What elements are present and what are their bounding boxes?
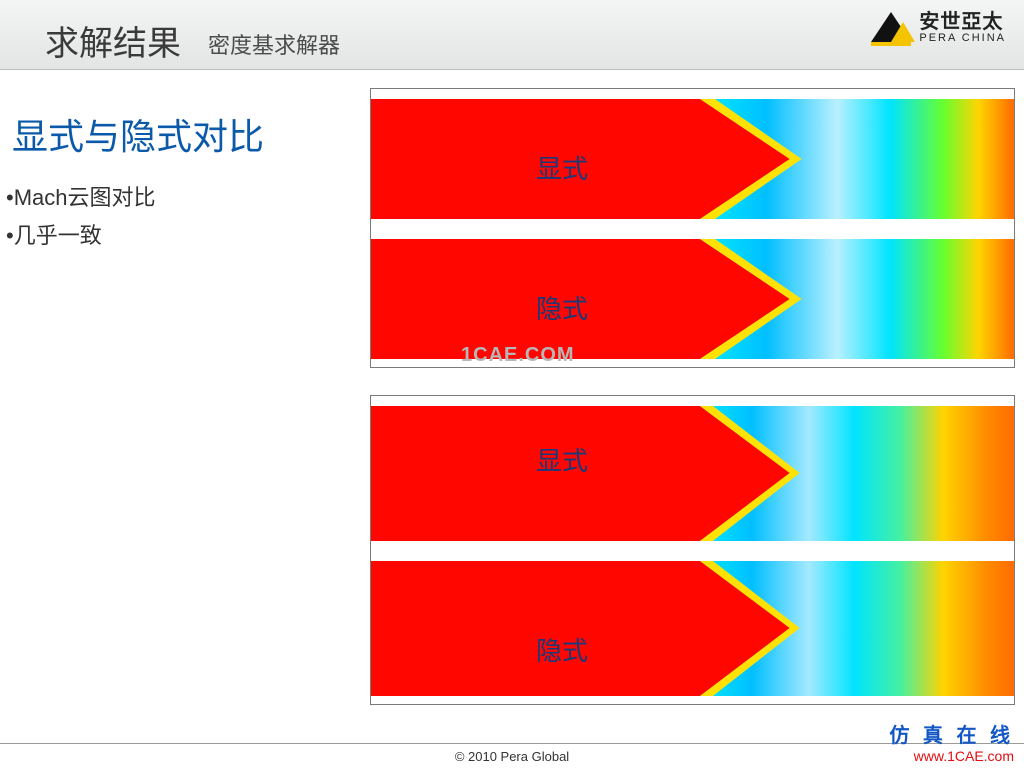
label-explicit: 显式 — [536, 149, 588, 186]
bullet-consistent: •几乎一致 — [6, 218, 102, 250]
plot-second-implicit — [371, 561, 1014, 696]
contour-icon — [371, 561, 1014, 696]
page-subtitle: 密度基求解器 — [208, 28, 340, 60]
brand-logo: 安世亞太 PERA CHINA — [871, 12, 1006, 46]
page-title: 求解结果 — [45, 16, 181, 65]
label-explicit: 显式 — [536, 441, 588, 478]
secondary-brand-cn: 仿 真 在 线 — [889, 725, 1014, 748]
slide: 求解结果 密度基求解器 安世亞太 PERA CHINA 显式与隐式对比 •Mac… — [0, 0, 1024, 768]
secondary-brand: 仿 真 在 线 www.1CAE.com — [889, 725, 1014, 764]
watermark: 1CAE.COM — [461, 344, 575, 367]
plot-group-first-order: ➢一阶 显式 隐式 1CAE.COM — [370, 88, 1015, 368]
label-implicit: 隐式 — [536, 631, 588, 668]
plot-first-implicit — [371, 239, 1014, 359]
brand-mark-icon — [871, 12, 911, 46]
contour-icon — [371, 406, 1014, 541]
contour-icon — [371, 239, 1014, 359]
bullet-mach: •Mach云图对比 — [6, 180, 156, 212]
secondary-brand-url: www.1CAE.com — [889, 748, 1014, 764]
contour-icon — [371, 99, 1014, 219]
plot-group-second-order: ➢二阶 显式 隐式 — [370, 395, 1015, 705]
plot-first-explicit — [371, 99, 1014, 219]
header-bar: 求解结果 密度基求解器 安世亞太 PERA CHINA — [0, 0, 1024, 70]
footer-divider — [0, 743, 1024, 744]
plot-second-explicit — [371, 406, 1014, 541]
footer-copyright: © 2010 Pera Global — [0, 749, 1024, 764]
brand-name-en: PERA CHINA — [919, 33, 1006, 45]
label-implicit: 隐式 — [536, 289, 588, 326]
section-heading: 显式与隐式对比 — [12, 108, 264, 160]
brand-name-cn: 安世亞太 — [919, 12, 1006, 33]
